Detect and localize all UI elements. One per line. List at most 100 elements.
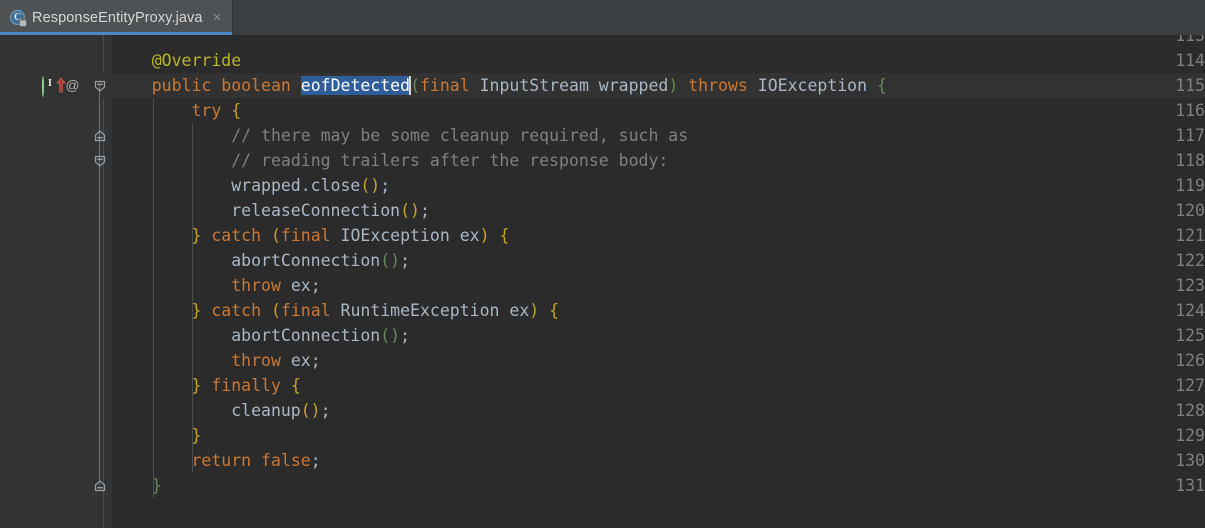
tab-bar-empty-space [233,0,1205,35]
code-token: catch [211,301,262,320]
code-token: () [380,251,401,270]
code-token: boolean [221,76,291,95]
code-token: RuntimeException ex [330,301,530,320]
code-token: return [191,451,252,470]
code-token: ( [410,76,420,95]
code-line[interactable]: try { [112,98,241,123]
code-line[interactable]: } finally { [112,373,301,398]
code-token: () [300,401,321,420]
code-token: { [499,226,510,245]
code-token: releaseConnection [112,201,401,220]
code-line[interactable]: releaseConnection(); [112,198,430,223]
code-token: final [420,76,470,95]
code-token: { [290,376,301,395]
code-token: ; [320,401,331,420]
code-token: { [231,101,242,120]
code-token: wrapped.close [112,176,361,195]
code-token: final [280,226,331,245]
code-token: ex; [280,351,321,370]
fold-end-icon[interactable] [93,129,107,143]
editor-tab-responseentityproxy[interactable]: C ResponseEntityProxy.java × [0,0,234,35]
code-token: () [400,201,420,220]
code-line[interactable]: throw ex; [112,348,321,373]
code-line[interactable]: wrapped.close(); [112,173,390,198]
code-line[interactable]: abortConnection(); [112,323,410,348]
code-token: ) [529,301,540,320]
fold-end-icon[interactable] [93,479,107,493]
code-line[interactable]: return false; [112,448,320,473]
annotation-gutter-icon[interactable]: @ [64,77,82,93]
code-line[interactable]: @Override [112,48,241,73]
code-line[interactable]: throw ex; [112,273,321,298]
code-token: public [151,76,212,95]
code-line[interactable]: // there may be some cleanup required, s… [112,123,688,148]
code-line[interactable]: // reading trailers after the response b… [112,148,668,173]
code-token: try [191,101,222,120]
editor-gutter[interactable] [0,35,112,528]
code-line[interactable]: } [112,473,162,498]
code-token: final [280,301,331,320]
close-icon[interactable]: × [211,10,224,25]
code-token: throw [231,351,281,370]
code-token: @Override [151,51,242,70]
fold-collapse-icon[interactable] [93,79,107,93]
lock-icon [19,16,27,27]
code-token: () [360,176,381,195]
fold-collapse-icon[interactable] [93,154,107,168]
code-token: { [876,76,887,95]
code-token: catch [211,226,262,245]
code-token: throw [231,276,281,295]
code-token: ( [270,226,281,245]
code-token: // reading trailers after the response b… [231,151,669,170]
editor-tab-label: ResponseEntityProxy.java [32,9,203,26]
code-line[interactable]: public boolean eofDetected(final InputSt… [112,73,887,98]
code-token: IOException ex [330,226,480,245]
code-token: InputStream wrapped [469,76,669,95]
code-line[interactable]: cleanup(); [112,398,331,423]
selected-text: eofDetected [300,76,411,95]
code-token: finally [211,376,281,395]
code-token: ; [400,326,411,345]
indent-guide [152,98,154,498]
code-line[interactable]: } catch (final IOException ex) { [112,223,509,248]
code-line[interactable]: } [112,423,201,448]
code-token: ; [419,201,430,220]
code-editor[interactable]: 113 114 115 116 117 118 119 120 121 122 123 124 125 1… [0,35,1205,528]
code-token: ; [380,176,391,195]
code-token: ex; [280,276,321,295]
gutter-divider [103,35,104,528]
code-token: cleanup [112,401,301,420]
ide-window: C ResponseEntityProxy.java × 113 114 115 11… [0,0,1205,528]
code-token: ; [400,251,411,270]
code-token: ) [668,76,679,95]
code-token: () [380,326,401,345]
code-token: IOException [747,76,877,95]
code-token: ) [479,226,490,245]
code-text-area[interactable]: @Override public boolean eofDetected(fin… [112,35,1205,528]
editor-tab-bar: C ResponseEntityProxy.java × [0,0,1205,36]
code-token: ( [270,301,281,320]
fold-region-line [99,85,100,485]
code-token: // there may be some cleanup required, s… [231,126,689,145]
code-line[interactable]: } catch (final RuntimeException ex) { [112,298,559,323]
code-line[interactable]: abortConnection(); [112,248,410,273]
